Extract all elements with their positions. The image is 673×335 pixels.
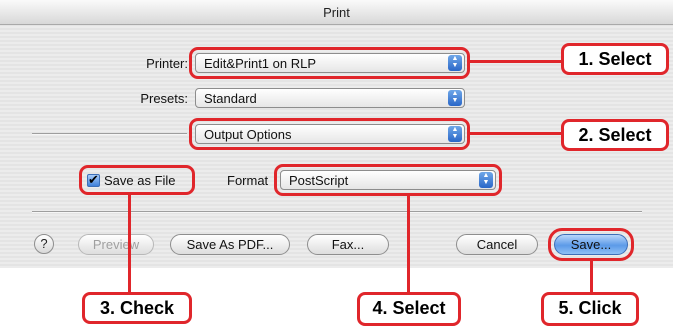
step1-connector [469, 60, 562, 63]
step1-callout: 1. Select [561, 43, 669, 75]
step3-callout: 3. Check [82, 292, 192, 324]
step4-callout: 4. Select [357, 292, 461, 326]
presets-value: Standard [204, 91, 257, 106]
step5-callout: 5. Click [541, 292, 639, 326]
separator-left [32, 133, 187, 135]
save-highlight [548, 228, 634, 261]
save-as-pdf-button[interactable]: Save As PDF... [170, 234, 290, 255]
window-title: Print [323, 5, 350, 20]
updown-arrows-icon: ▲ ▼ [448, 90, 462, 106]
step2-connector [469, 132, 562, 135]
bottom-separator [32, 211, 642, 213]
fax-button[interactable]: Fax... [307, 234, 389, 255]
step3-connector [128, 194, 131, 293]
presets-popup[interactable]: Standard ▲ ▼ [195, 88, 465, 108]
format-highlight [274, 164, 502, 196]
cancel-button[interactable]: Cancel [456, 234, 538, 255]
step4-connector [407, 195, 410, 293]
step5-connector [590, 260, 593, 293]
printer-label: Printer: [146, 56, 188, 71]
format-label: Format [227, 173, 269, 188]
printer-highlight [189, 47, 470, 79]
save-as-file-highlight [79, 165, 195, 195]
title-bar: Print [0, 0, 673, 25]
panel-highlight [189, 118, 470, 150]
help-button[interactable]: ? [34, 234, 54, 254]
preview-button[interactable]: Preview [78, 234, 154, 255]
presets-label: Presets: [140, 91, 188, 106]
step2-callout: 2. Select [561, 119, 669, 151]
